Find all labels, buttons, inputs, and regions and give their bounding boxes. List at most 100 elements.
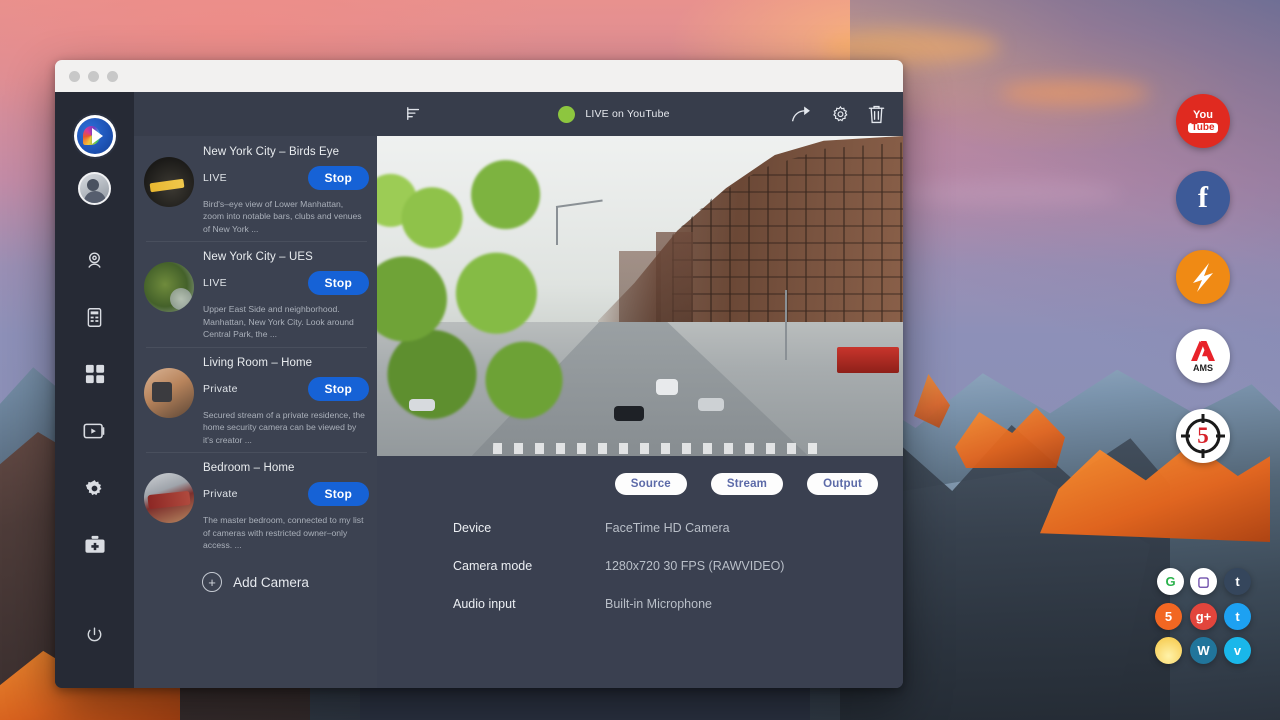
- tab-source[interactable]: Source: [615, 473, 687, 495]
- sort-filter-icon[interactable]: [406, 106, 422, 122]
- camera-action-button[interactable]: Stop: [308, 271, 369, 295]
- share-arrow-icon: [791, 105, 813, 123]
- sidebar-item-cameras[interactable]: [80, 245, 110, 275]
- dock-icon-wordpress[interactable]: W: [1190, 637, 1217, 664]
- video-player-icon: [83, 422, 106, 440]
- live-status-label: LIVE on YouTube: [585, 108, 669, 120]
- camera-description: The master bedroom, connected to my list…: [203, 514, 369, 550]
- facebook-glyph: f: [1198, 183, 1208, 213]
- dock-icon-google-plus[interactable]: g+: [1190, 603, 1217, 630]
- camera-list-item[interactable]: Living Room – HomePrivateStopSecured str…: [134, 347, 377, 452]
- adobe-a-icon: [1191, 340, 1216, 362]
- live-status-indicator: LIVE on YouTube: [447, 106, 781, 123]
- trash-icon: [868, 105, 885, 124]
- sidebar-item-settings[interactable]: [80, 473, 110, 503]
- close-button[interactable]: [69, 71, 80, 82]
- camera-thumbnail: [144, 157, 194, 207]
- camera-action-button[interactable]: Stop: [308, 166, 369, 190]
- video-car: [698, 398, 724, 411]
- webcam-icon: [84, 250, 105, 271]
- minimize-button[interactable]: [88, 71, 99, 82]
- detail-row: Camera mode1280x720 30 FPS (RAWVIDEO): [453, 559, 903, 573]
- dock-icon-tumblr[interactable]: t: [1224, 568, 1251, 595]
- power-icon: [85, 626, 104, 645]
- dock-icon-ustream-5[interactable]: 5: [1155, 603, 1182, 630]
- cloud-streak: [820, 30, 1000, 64]
- tab-pill-row[interactable]: Source Stream Output: [377, 456, 903, 495]
- camera-status: Private: [203, 383, 238, 395]
- add-camera-label: Add Camera: [233, 575, 309, 590]
- camera-title: Bedroom – Home: [203, 462, 369, 474]
- add-camera-button[interactable]: + Add Camera: [144, 572, 367, 592]
- camera-list-item[interactable]: Bedroom – Home Private Stop The master bedr…: [134, 452, 377, 550]
- dock-icon-twitch[interactable]: ▢: [1190, 568, 1217, 595]
- camera-title: New York City – UES: [203, 251, 369, 263]
- tab-output[interactable]: Output: [807, 473, 878, 495]
- app-window: New York City – Birds Eye LIVE Stop Bird's–…: [55, 60, 903, 688]
- camera-description: Bird's–eye view of Lower Manhattan, zoom…: [203, 198, 369, 235]
- camera-title: New York City – Birds Eye: [203, 146, 369, 158]
- camera-list-item[interactable]: New York City – UES LIVE Stop Upper East Si…: [134, 241, 377, 346]
- sidebar-item-help[interactable]: [80, 530, 110, 560]
- video-preview[interactable]: [377, 136, 903, 456]
- video-car: [614, 406, 644, 421]
- app-logo[interactable]: [74, 115, 116, 157]
- detail-value[interactable]: Built-in Microphone: [605, 597, 712, 611]
- video-awning: [837, 347, 899, 373]
- video-crosswalk: [493, 443, 819, 454]
- dock-icon-livestream-5[interactable]: 5: [1176, 409, 1230, 463]
- detail-row: Audio inputBuilt-in Microphone: [453, 597, 903, 611]
- video-traffic-pole: [785, 290, 787, 360]
- camera-action-button[interactable]: Stop: [308, 482, 369, 506]
- camera-status: Private: [203, 488, 238, 500]
- live-status-dot: [558, 106, 575, 123]
- camera-status: LIVE: [203, 172, 227, 184]
- cloud-streak: [900, 180, 1120, 206]
- camera-status: LIVE: [203, 277, 227, 289]
- camera-list[interactable]: New York City – Birds Eye LIVE Stop Bird's–…: [134, 136, 377, 550]
- dock-icon-adobe-ams[interactable]: AMS: [1176, 329, 1230, 383]
- camera-thumbnail: [144, 473, 194, 523]
- source-details: DeviceFaceTime HD CameraCamera mode1280x…: [377, 495, 903, 688]
- delete-button[interactable]: [868, 105, 885, 124]
- dock-icon-sunrise[interactable]: [1155, 637, 1182, 664]
- ams-label: AMS: [1193, 364, 1213, 373]
- sidebar-item-broadcasts[interactable]: [80, 416, 110, 446]
- camera-description: Upper East Side and neighborhood. Manhat…: [203, 303, 369, 340]
- detail-value[interactable]: FaceTime HD Camera: [605, 521, 730, 535]
- dock-icon-vimeo[interactable]: v: [1224, 637, 1251, 664]
- camera-action-button[interactable]: Stop: [308, 377, 369, 401]
- camera-list-item[interactable]: New York City – Birds Eye LIVE Stop Bird's–…: [134, 136, 377, 241]
- maximize-button[interactable]: [107, 71, 118, 82]
- youtube-line1: You: [1193, 110, 1213, 121]
- share-button[interactable]: [791, 105, 813, 123]
- video-streetlamp: [556, 206, 558, 244]
- video-truck: [656, 379, 678, 395]
- sidebar-item-devices[interactable]: [80, 302, 110, 332]
- dock-icon-wowza[interactable]: [1176, 250, 1230, 304]
- detail-value[interactable]: 1280x720 30 FPS (RAWVIDEO): [605, 559, 784, 573]
- plus-icon: +: [202, 572, 222, 592]
- youtube-line2: Tube: [1188, 123, 1217, 133]
- avatar[interactable]: [78, 172, 111, 205]
- main-content: LIVE on YouTube: [377, 92, 903, 688]
- camera-thumbnail: [144, 262, 194, 312]
- camera-thumbnail: [144, 368, 194, 418]
- detail-label: Audio input: [453, 597, 605, 611]
- camera-list-panel: New York City – Birds Eye LIVE Stop Bird's–…: [134, 92, 377, 688]
- sidebar-item-dashboard[interactable]: [80, 359, 110, 389]
- dock-icon-youtube[interactable]: You Tube: [1176, 94, 1230, 148]
- window-titlebar: [55, 60, 903, 92]
- dock-icon-facebook[interactable]: f: [1176, 171, 1230, 225]
- first-aid-kit-icon: [84, 535, 106, 555]
- livestream-number: 5: [1197, 423, 1209, 449]
- panel-toolbar-spacer: [134, 92, 377, 136]
- dock-icon-twitter[interactable]: t: [1224, 603, 1251, 630]
- power-button[interactable]: [80, 620, 110, 650]
- dock-icon-groundhog[interactable]: G: [1157, 568, 1184, 595]
- cloud-streak: [1000, 80, 1150, 106]
- tab-stream[interactable]: Stream: [711, 473, 783, 495]
- camera-description: Secured stream of a private residence, t…: [203, 409, 369, 446]
- mobile-device-icon: [85, 307, 104, 328]
- settings-button[interactable]: [831, 105, 850, 124]
